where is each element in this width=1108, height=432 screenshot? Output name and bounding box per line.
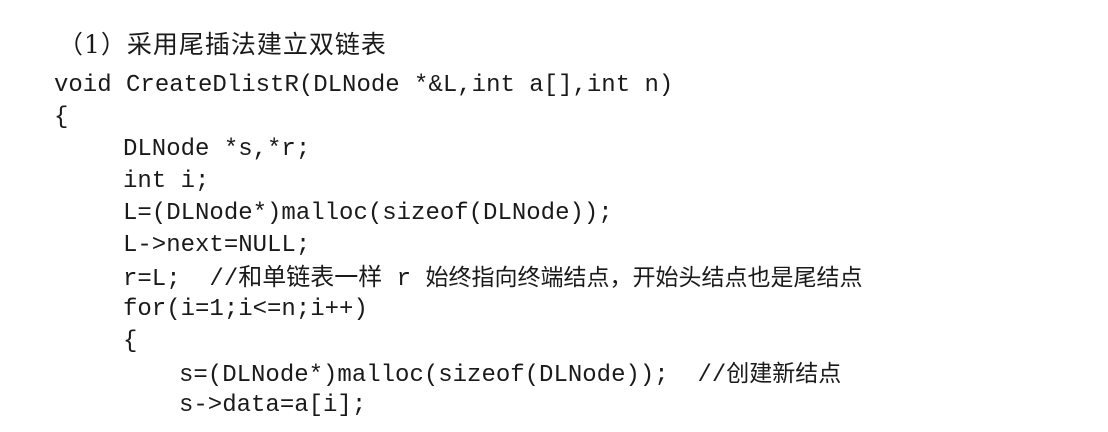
code-line-declare-index: int i; bbox=[123, 168, 210, 195]
code-line-malloc-head: L=(DLNode*)malloc(sizeof(DLNode)); bbox=[123, 200, 613, 227]
code-line-null-next: L->next=NULL; bbox=[123, 232, 311, 259]
code-line-malloc-node: s=(DLNode*)malloc(sizeof(DLNode)); //创建新… bbox=[54, 358, 1094, 390]
section-heading: （1）采用尾插法建立双链表 bbox=[58, 30, 387, 59]
code-text: s=(DLNode*)malloc(sizeof(DLNode)); // bbox=[179, 362, 727, 389]
document-page: （1）采用尾插法建立双链表 void CreateDlistR(DLNode *… bbox=[0, 0, 1108, 432]
code-line-open-brace: { bbox=[54, 104, 69, 131]
code-text: r=L; //和单链表一样 r bbox=[123, 266, 426, 293]
code-comment: 始终指向终端结点，开始头结点也是尾结点 bbox=[425, 265, 863, 291]
code-line-declare-pointers: DLNode *s,*r; bbox=[123, 136, 311, 163]
code-line-loop-open-brace: { bbox=[123, 328, 138, 355]
code-line-assign-data: s->data=a[i]; bbox=[179, 392, 367, 419]
code-line-signature: void CreateDlistR(DLNode *&L,int a[],int… bbox=[54, 72, 674, 99]
code-line-tail-pointer: r=L; //和单链表一样 r 始终指向终端结点，开始头结点也是尾结点 bbox=[54, 262, 1094, 294]
code-line-for-loop: for(i=1;i<=n;i++) bbox=[123, 296, 368, 323]
code-comment: 创建新结点 bbox=[726, 361, 842, 387]
code-block: void CreateDlistR(DLNode *&L,int a[],int… bbox=[54, 70, 1094, 422]
